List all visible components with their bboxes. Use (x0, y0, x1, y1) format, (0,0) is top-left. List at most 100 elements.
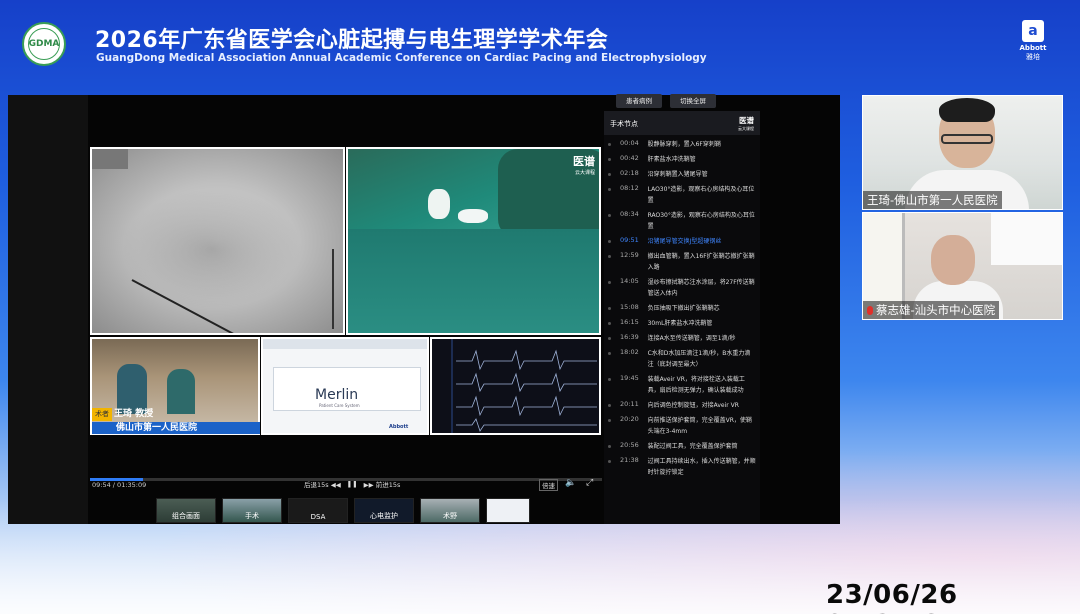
thumbnail-combined[interactable]: 组合画面 (156, 498, 216, 523)
node-item[interactable]: 02:18 沿穿刺鞘置入猪尾导管 (604, 167, 760, 182)
node-item[interactable]: 14:05 湿纱布擦拭鞘芯注水涂层，将27F传送鞘管送入体内 (604, 275, 760, 301)
node-dot-icon (608, 143, 611, 146)
node-time: 08:12 (620, 184, 639, 192)
node-time: 19:45 (620, 374, 639, 382)
node-time: 00:04 (620, 139, 639, 147)
toggle-fullscreen-button[interactable]: 切换全屏 (670, 94, 716, 108)
node-time: 16:15 (620, 318, 639, 326)
thumbnail-programmer[interactable] (486, 498, 530, 523)
node-item[interactable]: 20:11 向后调色控制旋钮，对接Aveir VR (604, 398, 760, 413)
sponsor-name-en: Abbott (1019, 44, 1047, 52)
node-text: RAO30°造影，观察右心房结构及心耳位置 (647, 212, 755, 230)
fullscreen-icon[interactable]: ⤢ (586, 478, 593, 488)
ecg-waveform (451, 339, 597, 433)
node-item[interactable]: 12:59 撤出血管鞘，置入16F扩张鞘芯撤扩张鞘入路 (604, 249, 760, 275)
node-dot-icon (608, 240, 611, 243)
node-dot-icon (608, 445, 611, 448)
node-text: 向后调色控制旋钮，对接Aveir VR (647, 402, 739, 409)
node-time: 16:39 (620, 333, 639, 341)
node-item[interactable]: 19:45 装载Aveir VR，将对接栓送入装载工具，扇后检测无弹力，确认装载成… (604, 372, 760, 398)
nodes-header: 手术节点 医谱 云大课程 (604, 111, 760, 135)
node-item[interactable]: 20:56 装配过阀工具，完全覆盖保护套筒 (604, 439, 760, 454)
caption-tag: 术者 (92, 408, 112, 421)
node-item[interactable]: 18:02 C水和D水加压滴注1滴/秒，B水重力滴注（底封调至最大） (604, 346, 760, 372)
node-time: 15:08 (620, 303, 639, 311)
node-time: 21:38 (620, 456, 639, 464)
node-dot-icon (608, 419, 611, 422)
sponsor-logo: a Abbott 雅培 (1016, 20, 1050, 62)
node-dot-icon (608, 460, 611, 463)
node-dot-icon (608, 188, 611, 191)
node-time: 20:56 (620, 441, 639, 449)
node-item[interactable]: 20:20 向前推送保护套筒，完全覆盖VR，使鞘头端在3-4mm (604, 413, 760, 439)
node-time: 02:18 (620, 169, 639, 177)
participant-video-2[interactable]: 蔡志雄-汕头市中心医院 (862, 212, 1063, 320)
node-text: C水和D水加压滴注1滴/秒，B水重力滴注（底封调至最大） (647, 350, 751, 368)
speed-button[interactable]: 倍速 (539, 479, 558, 491)
playback-controls: 后退15s ◀◀ ❚❚ ▶▶ 前进15s (304, 479, 400, 489)
node-dot-icon (608, 307, 611, 310)
sponsor-name-cn: 雅培 (1026, 53, 1040, 61)
node-item[interactable]: 16:39 连接A水至传送鞘管，调至1滴/秒 (604, 331, 760, 346)
thumbnail-surgery[interactable]: 手术 (222, 498, 282, 523)
participant-name-1: 王琦-佛山市第一人民医院 (863, 191, 1002, 209)
recording-timestamp: 23/06/26 9:52:58 (826, 580, 958, 614)
node-text: 负压抽吸下撤出扩张鞘鞘芯 (647, 305, 720, 312)
ecg-monitor-view[interactable] (430, 337, 601, 435)
surgery-view[interactable]: 医谱 云大课程 (346, 147, 601, 335)
node-text: 肝素盐水冲洗鞘管 (647, 156, 696, 163)
node-item[interactable]: 08:34 RAO30°造影，观察右心房结构及心耳位置 (604, 208, 760, 234)
node-dot-icon (608, 214, 611, 217)
patient-case-button[interactable]: 患者病例 (616, 94, 662, 108)
merlin-subtitle: Patient Care System (319, 403, 360, 408)
node-dot-icon (608, 352, 611, 355)
forward-button[interactable]: ▶▶ 前进15s (364, 479, 401, 489)
volume-icon[interactable]: 🔈 (565, 478, 576, 488)
association-logo: GDMA (22, 22, 66, 66)
programmer-view[interactable]: Merlin Patient Care System Abbott (261, 337, 429, 435)
node-item[interactable]: 00:42 肝素盐水冲洗鞘管 (604, 152, 760, 167)
panel-buttons: 患者病例 切换全屏 (616, 94, 716, 108)
player-left-margin (8, 95, 88, 524)
node-item[interactable]: 16:15 30mL肝素盐水冲洗鞘管 (604, 316, 760, 331)
fluoroscopy-view[interactable] (90, 147, 345, 335)
surgery-nodes-panel: 手术节点 医谱 云大课程 00:04 股静脉穿刺，置入6F穿刺鞘 00:42 肝素盐水… (604, 111, 760, 524)
conference-subtitle: GuangDong Medical Association Annual Aca… (96, 52, 707, 64)
node-text: 股静脉穿刺，置入6F穿刺鞘 (647, 141, 721, 148)
merlin-brand: Abbott (389, 424, 409, 430)
node-text: 湿纱布擦拭鞘芯注水涂层，将27F传送鞘管送入体内 (647, 279, 755, 297)
caption-name: 王琦 教授 (114, 409, 154, 419)
node-dot-icon (608, 158, 611, 161)
node-item[interactable]: 09:51 沿猪尾导管交换J型超硬钢丝 (604, 234, 760, 249)
node-text: 向前推送保护套筒，完全覆盖VR，使鞘头端在3-4mm (647, 417, 752, 435)
participant-video-1[interactable]: 王琦-佛山市第一人民医院 (862, 95, 1063, 210)
thumbnail-ecg[interactable]: 心电监护 (354, 498, 414, 523)
thumbnail-dsa[interactable]: DSA (288, 498, 348, 523)
abbott-logo-icon: a (1022, 20, 1044, 42)
node-text: LAO30°造影，观察右心房结构及心耳位置 (647, 186, 755, 204)
node-text: 装载Aveir VR，将对接栓送入装载工具，扇后检测无弹力，确认装载成功 (647, 376, 745, 394)
conference-title: 2026年广东省医学会心脏起搏与电生理学学术年会 (95, 28, 609, 53)
node-time: 09:51 (620, 236, 639, 244)
node-dot-icon (608, 281, 611, 284)
node-text: 过阀工具持续出水，插入传送鞘管，并顺时针旋拧锁定 (647, 458, 756, 476)
node-item[interactable]: 00:04 股静脉穿刺，置入6F穿刺鞘 (604, 137, 760, 152)
node-item[interactable]: 08:12 LAO30°造影，观察右心房结构及心耳位置 (604, 182, 760, 208)
node-text: 沿猪尾导管交换J型超硬钢丝 (647, 238, 722, 245)
node-time: 08:34 (620, 210, 639, 218)
node-time: 20:11 (620, 400, 639, 408)
rewind-button[interactable]: 后退15s ◀◀ (304, 479, 341, 489)
video-player[interactable]: 医谱 云大课程 术者 王琦 教授 佛山市第一人民医院 Merlin Patien… (8, 94, 840, 524)
node-text: 沿穿刺鞘置入猪尾导管 (647, 171, 708, 178)
node-item[interactable]: 15:08 负压抽吸下撤出扩张鞘鞘芯 (604, 301, 760, 316)
thumbnail-field[interactable]: 术野 (420, 498, 480, 523)
node-text: 装配过阀工具，完全覆盖保护套筒 (647, 443, 738, 450)
pause-button[interactable]: ❚❚ (347, 480, 358, 488)
nodes-title: 手术节点 (610, 120, 638, 128)
mic-muted-icon (867, 306, 873, 315)
node-dot-icon (608, 404, 611, 407)
node-dot-icon (608, 173, 611, 176)
node-item[interactable]: 21:38 过阀工具持续出水，插入传送鞘管，并顺时针旋拧锁定 (604, 454, 760, 480)
operator-caption: 术者 王琦 教授 佛山市第一人民医院 (92, 408, 260, 434)
merlin-title: Merlin (315, 387, 359, 403)
